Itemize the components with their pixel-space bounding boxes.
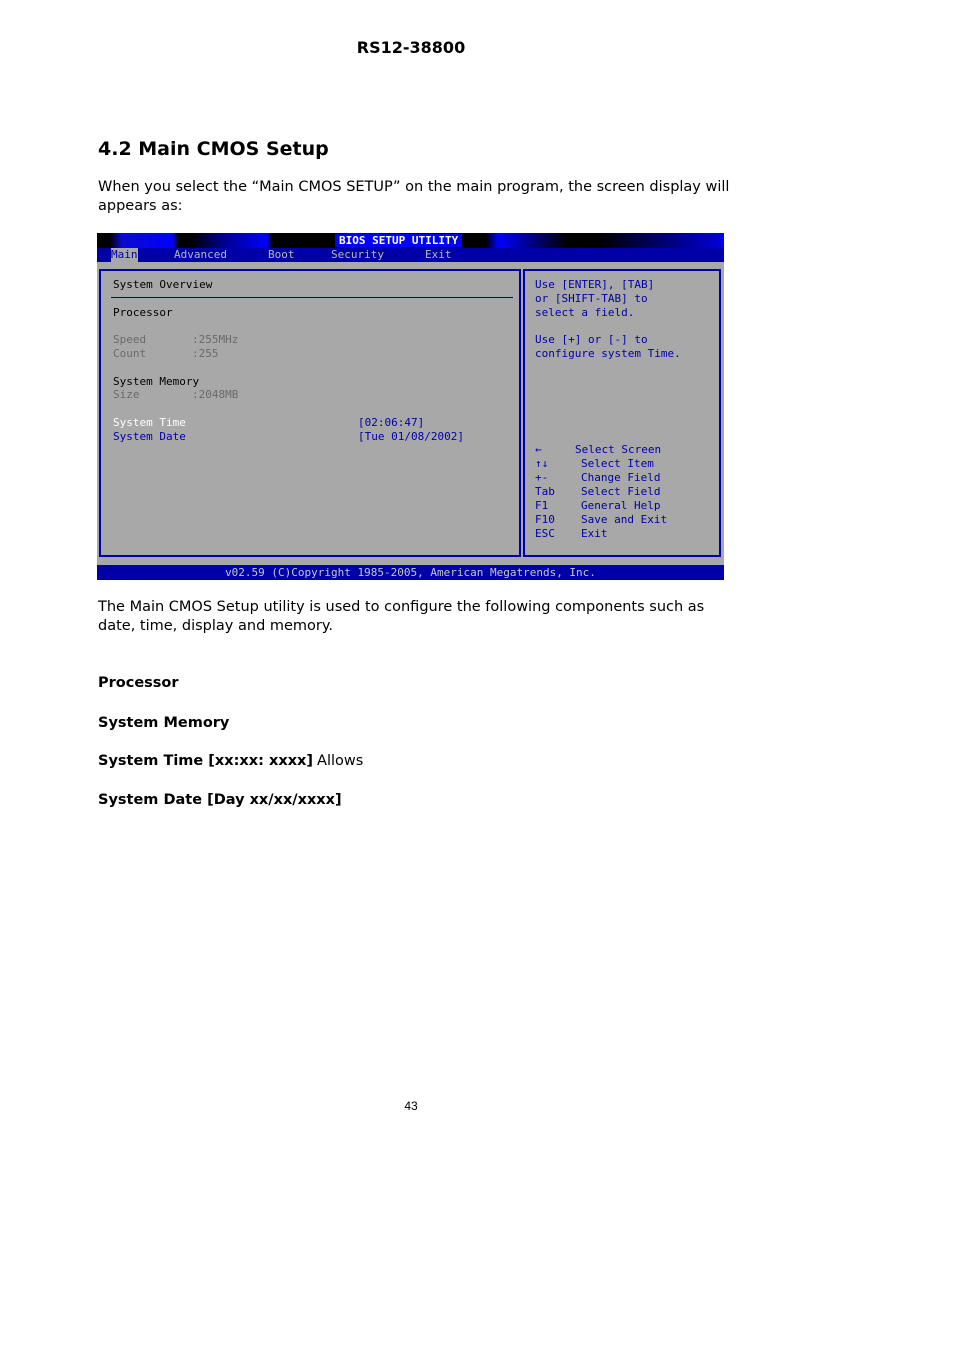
system-time-label[interactable]: System Time [113, 416, 186, 429]
bios-menu-security[interactable]: Security [331, 248, 384, 262]
count-value: :255 [192, 347, 219, 360]
header-code: RS12-38800 [356, 38, 466, 57]
term-description: Allows [317, 753, 364, 769]
bios-menu-boot[interactable]: Boot [268, 248, 295, 262]
hotkey-key: F10 [535, 513, 555, 526]
hotkey-action: Exit [581, 527, 608, 540]
speed-label: Speed [113, 333, 147, 346]
speed-value: :255MHz [192, 333, 239, 346]
separator [111, 297, 513, 298]
memory-heading: System Memory [113, 375, 200, 388]
overview-title: System Overview [113, 278, 213, 291]
section-title: 4.2 Main CMOS Setup [98, 138, 329, 160]
system-time-value[interactable]: [02:06:47] [358, 416, 424, 429]
system-date-value[interactable]: [Tue 01/08/2002] [358, 430, 464, 443]
plus-minus-icon: +- [535, 471, 549, 484]
arrow-up-down-icon: ↑↓ [535, 457, 549, 470]
processor-heading: Processor [113, 306, 173, 319]
bios-menu-advanced[interactable]: Advanced [174, 248, 227, 262]
description-paragraph: The Main CMOS Setup utility is used to c… [98, 599, 705, 634]
hotkey-action: Change Field [581, 471, 661, 484]
bios-title: BIOS SETUP UTILITY [335, 234, 463, 247]
hotkey-row: +- Change Field [535, 471, 660, 485]
bios-footer: v02.59 (C)Copyright 1985-2005, American … [97, 565, 724, 580]
term-system-memory: System Memory [98, 715, 229, 731]
hotkey-row: Tab Select Field [535, 485, 660, 499]
hotkey-action: Select Screen [575, 443, 662, 456]
bios-screenshot: BIOS SETUP UTILITY Main Advanced Boot Se… [97, 233, 724, 580]
page-number: 43 [404, 1099, 418, 1113]
bios-menu-bar: Main Advanced Boot Security Exit [97, 248, 724, 262]
hotkey-key: Tab [535, 485, 555, 498]
bios-menu-exit[interactable]: Exit [425, 248, 452, 262]
term-label: Processor [98, 675, 179, 691]
count-label: Count [113, 347, 147, 360]
term-processor: Processor [98, 675, 179, 691]
term-label: System Date [Day xx/xx/xxxx] [98, 792, 342, 808]
bios-menu-main[interactable]: Main [111, 248, 138, 262]
help-line: Use [+] or [-] to [535, 333, 648, 346]
hotkey-row: F10 Save and Exit [535, 513, 667, 527]
term-system-date: System Date [Day xx/xx/xxxx] [98, 792, 342, 808]
bios-help-panel: Use [ENTER], [TAB] or [SHIFT-TAB] to sel… [523, 269, 721, 557]
hotkey-action: Save and Exit [581, 513, 668, 526]
bios-main-panel: System Overview Processor Speed :255MHz … [99, 269, 521, 557]
intro-paragraph: When you select the “Main CMOS SETUP” on… [98, 179, 730, 214]
hotkey-action: Select Field [581, 485, 661, 498]
hotkey-action: General Help [581, 499, 661, 512]
hotkey-key: F1 [535, 499, 549, 512]
term-label: System Time [xx:xx: xxxx] [98, 753, 314, 769]
help-line: or [SHIFT-TAB] to [535, 292, 648, 305]
hotkey-row: F1 General Help [535, 499, 660, 513]
system-date-label[interactable]: System Date [113, 430, 186, 443]
term-label: System Memory [98, 715, 230, 731]
hotkey-row: ↑↓ Select Item [535, 457, 654, 471]
arrow-left-icon: ← [535, 443, 542, 456]
hotkey-row: ← Select Screen [535, 443, 661, 457]
help-line: select a field. [535, 306, 635, 319]
term-system-time: System Time [xx:xx: xxxx] Allows [98, 753, 363, 769]
help-line: Use [ENTER], [TAB] [535, 278, 655, 291]
hotkey-key: ESC [535, 527, 555, 540]
hotkey-action: Select Item [581, 457, 654, 470]
size-value: :2048MB [192, 388, 239, 401]
hotkey-row: ESC Exit [535, 527, 608, 541]
help-line: configure system Time. [535, 347, 681, 360]
size-label: Size [113, 388, 140, 401]
